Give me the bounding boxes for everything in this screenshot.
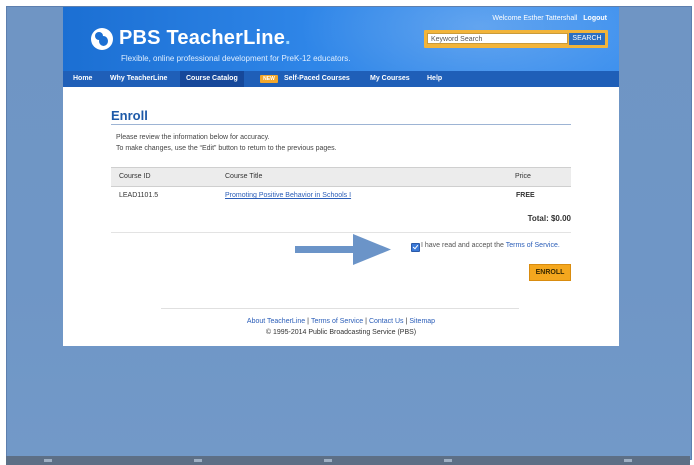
enroll-button[interactable]: ENROLL — [529, 264, 571, 281]
footer-separator: | — [405, 318, 408, 325]
pbs-logo-icon[interactable] — [91, 28, 113, 50]
title-divider — [111, 124, 571, 125]
footer-links: About TeacherLine | Terms of Service | Conta… — [63, 318, 619, 325]
search-button[interactable]: SEARCH — [569, 33, 605, 45]
tagline: Flexible, online professional developmen… — [121, 54, 351, 63]
welcome-text: Welcome Esther Tattershall — [492, 15, 578, 22]
search-input[interactable]: Keyword Search — [427, 33, 568, 44]
logout-link[interactable]: Logout — [583, 15, 607, 22]
terms-acceptance: I have read and accept the Terms of Serv… — [421, 242, 560, 249]
header-price: Price — [515, 173, 531, 180]
nav-help[interactable]: Help — [427, 71, 442, 87]
terms-acceptance-text: I have read and accept the — [421, 242, 504, 249]
footer-link-about[interactable]: About TeacherLine — [247, 318, 305, 325]
intro-text-2: To make changes, use the “Edit” button t… — [116, 145, 337, 152]
footer-link-terms[interactable]: Terms of Service — [311, 318, 363, 325]
course-title-link[interactable]: Promoting Positive Behavior in Schools I — [225, 192, 351, 199]
footer-link-contact[interactable]: Contact Us — [369, 318, 404, 325]
footer-separator: | — [307, 318, 309, 325]
page-title: Enroll — [111, 108, 148, 123]
taskbar-marker — [194, 459, 202, 462]
header-course-id: Course ID — [119, 173, 151, 180]
footer-separator: | — [365, 318, 367, 325]
footer-link-sitemap[interactable]: Sitemap — [409, 318, 435, 325]
course-table-header: Course ID Course Title Price — [111, 167, 571, 187]
taskbar-marker — [444, 459, 452, 462]
taskbar-marker — [624, 459, 632, 462]
terms-of-service-link[interactable]: Terms of Service. — [506, 242, 560, 249]
main-nav: Home Why TeacherLine Course Catalog NEW … — [63, 71, 619, 87]
nav-self-paced-courses[interactable]: Self-Paced Courses — [284, 71, 350, 87]
footer-divider — [161, 308, 519, 309]
order-total: Total: $0.00 — [527, 214, 571, 223]
new-badge: NEW — [260, 75, 278, 83]
browser-page: PBS TeacherLine. Flexible, online profes… — [63, 7, 619, 346]
nav-why-teacherline[interactable]: Why TeacherLine — [110, 71, 167, 87]
taskbar — [6, 456, 690, 465]
terms-checkbox[interactable] — [411, 243, 420, 252]
header-course-title: Course Title — [225, 173, 263, 180]
taskbar-marker — [44, 459, 52, 462]
nav-course-catalog[interactable]: Course Catalog — [180, 71, 244, 87]
course-price-cell: FREE — [516, 192, 535, 199]
site-header: PBS TeacherLine. Flexible, online profes… — [63, 7, 619, 71]
search-box: Keyword Search SEARCH — [424, 30, 608, 48]
intro-text-1: Please review the information below for … — [116, 134, 270, 141]
welcome-bar: Welcome Esther Tattershall Logout — [492, 15, 607, 22]
brand-name[interactable]: PBS TeacherLine. — [119, 27, 291, 50]
nav-my-courses[interactable]: My Courses — [370, 71, 410, 87]
nav-home[interactable]: Home — [73, 71, 92, 87]
arrow-right-icon — [295, 234, 391, 265]
copyright: © 1995-2014 Public Broadcasting Service … — [265, 329, 417, 336]
taskbar-marker — [324, 459, 332, 462]
course-id-cell: LEAD1101.5 — [119, 192, 159, 199]
